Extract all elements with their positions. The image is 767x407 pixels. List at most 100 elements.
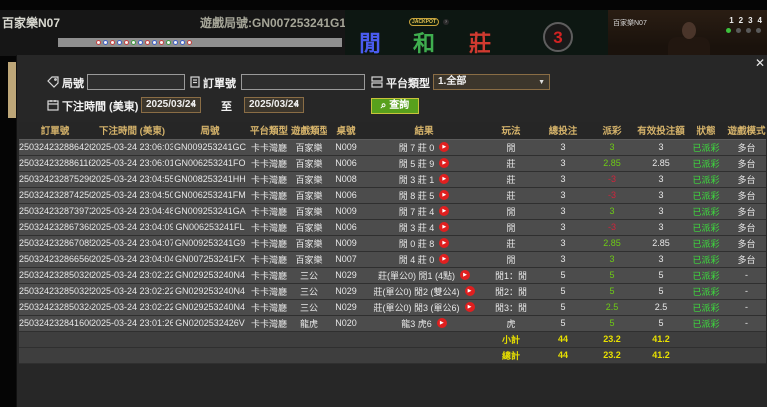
- bet-time: 2025-03-24 23:04:48: [91, 203, 173, 220]
- valid-bet: 2.85: [637, 155, 685, 172]
- bet-time: 2025-03-24 23:04:07: [91, 235, 173, 252]
- replay-icon[interactable]: ▶: [439, 222, 450, 232]
- bet-zone-banker[interactable]: 莊: [469, 26, 491, 58]
- order-number: 250324232875296: [19, 171, 91, 188]
- close-icon[interactable]: ✕: [753, 56, 767, 70]
- total-bet: 5: [539, 267, 587, 284]
- replay-icon[interactable]: ▶: [439, 158, 450, 168]
- column-header: 狀態: [685, 122, 727, 140]
- order-number: 250324232886116: [19, 155, 91, 172]
- result-cell: 閒 0 莊 8 ▶: [365, 235, 483, 252]
- bead-marker: [145, 40, 150, 45]
- replay-icon[interactable]: ▶: [464, 286, 475, 296]
- replay-icon[interactable]: ▶: [439, 206, 450, 216]
- bet-time: 2025-03-24 23:01:26: [91, 315, 173, 332]
- status: 已派彩: [685, 283, 727, 300]
- bet-zone-player[interactable]: 閒: [359, 26, 381, 58]
- seat-dot[interactable]: [736, 28, 741, 33]
- play-type: 莊: [483, 187, 539, 204]
- result-cell: 閒 7 莊 0 ▶: [365, 139, 483, 156]
- result-cell: 閒 7 莊 4 ▶: [365, 203, 483, 220]
- replay-icon[interactable]: ▶: [436, 318, 447, 328]
- game-round: GN009253241GA: [173, 203, 247, 220]
- platform: 卡卡灣廳: [247, 235, 291, 252]
- replay-icon[interactable]: ▶: [439, 238, 450, 248]
- bet-time: 2025-03-24 23:04:04: [91, 251, 173, 268]
- status: 已派彩: [685, 235, 727, 252]
- platform: 卡卡灣廳: [247, 139, 291, 156]
- table-body: 250324232886426 2025-03-24 23:06:03 GN0092…: [19, 139, 766, 364]
- bead-marker: [187, 40, 192, 45]
- bead-marker: [117, 40, 122, 45]
- game-mode: -: [727, 267, 766, 284]
- bead-marker: [166, 40, 171, 45]
- valid-bet: 3: [637, 187, 685, 204]
- seat-dot[interactable]: [746, 28, 751, 33]
- table-number: N029: [327, 299, 365, 316]
- replay-icon[interactable]: ▶: [439, 190, 450, 200]
- bet-time-filter-label: 下注時間 (美東): [62, 101, 139, 113]
- platform-filter-label: 平台類型: [386, 78, 430, 90]
- date-from-select[interactable]: 2025/03/24: [141, 97, 201, 113]
- game-round: GN029253240N4: [173, 299, 247, 316]
- result-cell: 莊(單公0) 閒2 (雙公4) ▶: [365, 283, 483, 300]
- table-number: N029: [327, 283, 365, 300]
- seat-dot[interactable]: [756, 28, 761, 33]
- bet-time: 2025-03-24 23:06:01: [91, 155, 173, 172]
- help-icon[interactable]: ?: [443, 19, 449, 25]
- payout: 3: [587, 251, 637, 268]
- result-text: 閒 7 莊 4: [398, 206, 435, 217]
- game-mode: 多台: [727, 139, 766, 156]
- game-mode: 多台: [727, 219, 766, 236]
- replay-icon[interactable]: ▶: [439, 254, 450, 264]
- replay-icon[interactable]: ▶: [464, 302, 475, 312]
- search-button[interactable]: ⌕ 查詢: [371, 98, 419, 114]
- play-type: 閒: [483, 139, 539, 156]
- game-type: 百家樂: [291, 187, 327, 204]
- column-header: 遊戲類型: [291, 122, 327, 140]
- result-text: 閒 3 莊 4: [398, 222, 435, 233]
- result-cell: 閒 4 莊 0 ▶: [365, 251, 483, 268]
- status: 已派彩: [685, 315, 727, 332]
- result-text: 閒 4 莊 0: [398, 254, 435, 265]
- game-mode: -: [727, 283, 766, 300]
- replay-icon[interactable]: ▶: [439, 142, 450, 152]
- play-type: 閒: [483, 203, 539, 220]
- summary-spacer: [19, 347, 483, 364]
- replay-icon[interactable]: ▶: [439, 174, 450, 184]
- game-mode: 多台: [727, 235, 766, 252]
- result-text: 龍3 虎6: [401, 318, 432, 329]
- payout: 5: [587, 283, 637, 300]
- result-text: 閒 7 莊 0: [398, 142, 435, 153]
- play-type: 閒: [483, 251, 539, 268]
- total-bet: 3: [539, 171, 587, 188]
- order-input[interactable]: [241, 74, 365, 90]
- game-type: 百家樂: [291, 155, 327, 172]
- table-row: 250324232850325 2025-03-24 23:02:22 GN0292…: [19, 283, 766, 300]
- date-to-select[interactable]: 2025/03/24: [244, 97, 304, 113]
- game-round: GN0202532426V: [173, 315, 247, 332]
- valid-bet: 3: [637, 171, 685, 188]
- play-type: 閒2：閒: [483, 283, 539, 300]
- seat-number: 2: [738, 16, 744, 25]
- replay-icon[interactable]: ▶: [460, 270, 470, 280]
- game-type: 百家樂: [291, 251, 327, 268]
- round-input[interactable]: [87, 74, 185, 90]
- game-type: 三公: [291, 283, 327, 300]
- summary-total-bet: 44: [539, 347, 587, 364]
- result-text: 莊(單公0) 閒1 (4點): [377, 270, 455, 281]
- seat-dot-active[interactable]: [726, 28, 731, 33]
- result-cell: 莊(單公0) 閒1 (4點) ▶: [365, 267, 483, 284]
- game-round: GN006253241FM: [173, 187, 247, 204]
- bet-zone-tie[interactable]: 和: [413, 26, 435, 58]
- payout: 5: [587, 267, 637, 284]
- play-type: 莊: [483, 171, 539, 188]
- column-header: 玩法: [483, 122, 539, 140]
- bead-marker: [159, 40, 164, 45]
- status: 已派彩: [685, 219, 727, 236]
- platform-select[interactable]: 1.全部: [433, 74, 550, 90]
- valid-bet: 5: [637, 315, 685, 332]
- valid-bet: 5: [637, 267, 685, 284]
- summary-valid-bet: 41.2: [637, 331, 685, 348]
- order-number: 250324232850325: [19, 283, 91, 300]
